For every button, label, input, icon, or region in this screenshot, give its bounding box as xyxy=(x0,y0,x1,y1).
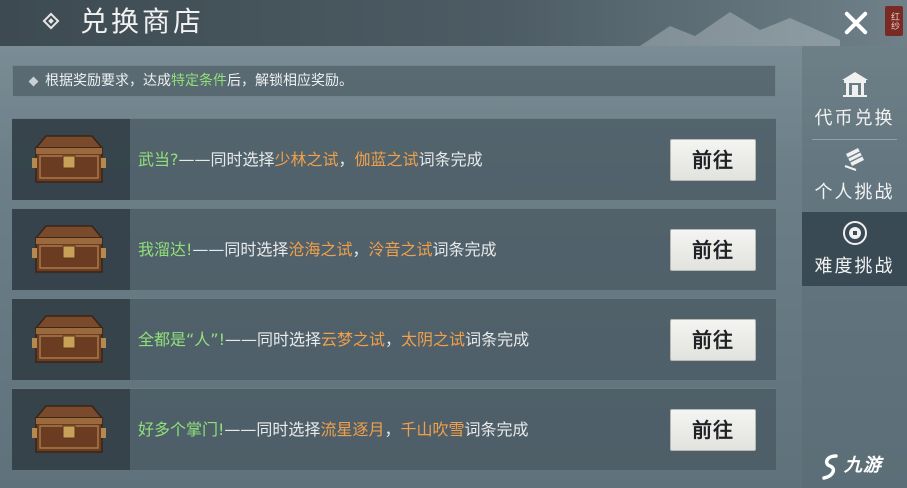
diamond-icon xyxy=(42,12,60,30)
task-name: 全都是“人”! xyxy=(138,330,225,349)
task-item-1: 少林之试 xyxy=(274,150,339,169)
task-comma: ， xyxy=(385,330,402,349)
treasure-chest-icon[interactable] xyxy=(30,310,106,368)
task-name: 武当? xyxy=(138,150,179,169)
go-button[interactable]: 前往 xyxy=(670,409,756,451)
watermark: 九游 xyxy=(820,448,904,484)
task-comma: ， xyxy=(384,420,401,439)
watermark-text: 九游 xyxy=(844,455,882,476)
task-row: 我溜达!——同时选择沧海之试，泠音之试词条完成 前往 xyxy=(12,208,776,290)
tab-personal-challenge[interactable]: 个人挑战 xyxy=(802,142,907,214)
tab-label: 难度挑战 xyxy=(814,256,895,277)
tab-divider xyxy=(812,139,897,140)
notice-text-part2: 后，解锁相应奖励。 xyxy=(227,73,353,89)
reward-slot xyxy=(12,209,130,290)
task-name: 好多个掌门! xyxy=(138,420,225,439)
side-tab-panel: 代币兑换 个人挑战 难度挑战 xyxy=(802,46,907,488)
task-description: 全都是“人”!——同时选择云梦之试，太阴之试词条完成 xyxy=(138,299,529,380)
notice-bar: 根据奖励要求，达成特定条件后，解锁相应奖励。 xyxy=(12,65,776,97)
task-dash: ——同时选择 xyxy=(225,330,322,349)
task-item-2: 千山吹雪 xyxy=(400,420,465,439)
task-item-1: 沧海之试 xyxy=(288,240,353,259)
tab-label: 个人挑战 xyxy=(814,182,895,203)
task-item-2: 泠音之试 xyxy=(368,240,433,259)
task-description: 好多个掌门!——同时选择流星逐月，千山吹雪词条完成 xyxy=(138,389,529,470)
tab-difficulty-challenge[interactable]: 难度挑战 xyxy=(802,212,907,286)
task-comma: ， xyxy=(352,240,369,259)
task-suffix: 词条完成 xyxy=(432,240,497,259)
task-item-1: 云梦之试 xyxy=(321,330,386,349)
task-description: 武当?——同时选择少林之试，伽蓝之试词条完成 xyxy=(138,119,483,200)
go-button[interactable]: 前往 xyxy=(670,319,756,361)
page-title: 兑换商店 xyxy=(80,5,205,38)
task-name: 我溜达! xyxy=(138,240,193,259)
scroll-icon xyxy=(844,148,864,171)
task-row: 全都是“人”!——同时选择云梦之试，太阴之试词条完成 前往 xyxy=(12,298,776,380)
treasure-chest-icon[interactable] xyxy=(30,220,106,278)
task-row: 好多个掌门!——同时选择流星逐月，千山吹雪词条完成 前往 xyxy=(12,388,776,470)
task-suffix: 词条完成 xyxy=(464,420,529,439)
task-item-1: 流星逐月 xyxy=(320,420,385,439)
seal-stamp: 红纱 xyxy=(885,6,903,36)
treasure-chest-icon[interactable] xyxy=(30,400,106,458)
notice-highlight: 特定条件 xyxy=(171,73,227,89)
notice-text-part1: 根据奖励要求，达成 xyxy=(45,73,171,89)
task-dash: ——同时选择 xyxy=(178,150,275,169)
task-suffix: 词条完成 xyxy=(418,150,483,169)
header-bar: 兑换商店 红纱 xyxy=(0,0,907,46)
task-item-2: 伽蓝之试 xyxy=(354,150,419,169)
pavilion-icon xyxy=(842,72,868,97)
task-dash: ——同时选择 xyxy=(192,240,289,259)
task-description: 我溜达!——同时选择沧海之试，泠音之试词条完成 xyxy=(138,209,497,290)
mountain-decoration-icon xyxy=(640,12,840,46)
task-comma: ， xyxy=(338,150,355,169)
task-item-2: 太阴之试 xyxy=(401,330,466,349)
reward-slot xyxy=(12,299,130,380)
go-button[interactable]: 前往 xyxy=(670,229,756,271)
coin-icon xyxy=(843,221,867,245)
go-button[interactable]: 前往 xyxy=(670,139,756,181)
notice-text: 根据奖励要求，达成特定条件后，解锁相应奖励。 xyxy=(45,66,353,96)
task-row: 武当?——同时选择少林之试，伽蓝之试词条完成 前往 xyxy=(12,118,776,200)
reward-slot xyxy=(12,119,130,200)
tab-token-exchange[interactable]: 代币兑换 xyxy=(802,66,907,138)
reward-slot xyxy=(12,389,130,470)
close-button[interactable] xyxy=(840,8,872,38)
task-suffix: 词条完成 xyxy=(465,330,530,349)
watermark-logo-icon xyxy=(822,454,838,480)
task-dash: ——同时选择 xyxy=(224,420,321,439)
tab-label: 代币兑换 xyxy=(814,108,895,129)
diamond-bullet-icon xyxy=(28,76,39,87)
treasure-chest-icon[interactable] xyxy=(30,130,106,188)
